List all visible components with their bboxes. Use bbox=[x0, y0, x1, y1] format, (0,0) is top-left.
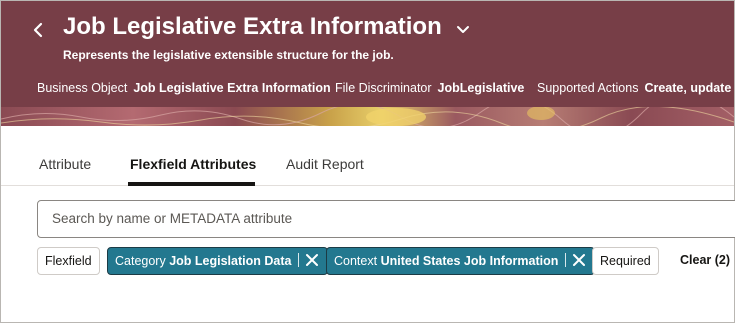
chip-value: United States Job Information bbox=[380, 254, 559, 268]
flexfield-filter-chip[interactable]: Flexfield bbox=[37, 247, 100, 275]
tab-audit-report[interactable]: Audit Report bbox=[286, 156, 364, 172]
tab-flexfield-attributes[interactable]: Flexfield Attributes bbox=[130, 156, 256, 172]
back-button[interactable] bbox=[31, 16, 51, 44]
tab-bar: Attribute Flexfield Attributes Audit Rep… bbox=[1, 126, 734, 186]
meta-label: Business Object bbox=[37, 81, 128, 95]
chip-value: Job Legislation Data bbox=[169, 254, 292, 268]
chevron-left-icon bbox=[33, 22, 43, 38]
meta-value: Job Legislative Extra Information bbox=[133, 81, 331, 95]
chip-label: Category bbox=[115, 254, 166, 268]
meta-value: JobLegislative bbox=[437, 81, 525, 95]
chip-separator bbox=[565, 253, 567, 267]
search-placeholder: Search by name or METADATA attribute bbox=[52, 211, 293, 226]
meta-label: File Discriminator bbox=[335, 81, 432, 95]
meta-supported-actions: Supported Actions Create, update a bbox=[537, 81, 734, 95]
active-tab-indicator bbox=[128, 182, 255, 186]
chip-label: Context bbox=[334, 254, 378, 268]
chevron-down-icon[interactable] bbox=[456, 23, 470, 37]
required-filter-chip[interactable]: Required bbox=[592, 247, 659, 275]
page-title: Job Legislative Extra Information bbox=[63, 13, 442, 40]
meta-value: Create, update a bbox=[644, 81, 734, 95]
category-filter-chip[interactable]: Category Job Legislation Data bbox=[107, 247, 329, 275]
close-icon[interactable] bbox=[305, 253, 319, 267]
context-filter-chip[interactable]: Context United States Job Information bbox=[326, 247, 596, 275]
decorative-pattern bbox=[1, 107, 734, 126]
page-subtitle: Represents the legislative extensible st… bbox=[63, 48, 394, 62]
search-input[interactable]: Search by name or METADATA attribute bbox=[37, 200, 735, 238]
meta-label: Supported Actions bbox=[537, 81, 639, 95]
meta-business-object: Business Object Job Legislative Extra Inf… bbox=[37, 81, 331, 95]
clear-filters-button[interactable]: Clear (2) bbox=[680, 253, 730, 267]
page-header: Job Legislative Extra Information Repres… bbox=[1, 1, 734, 126]
chip-separator bbox=[298, 253, 300, 267]
meta-file-discriminator: File Discriminator JobLegislative bbox=[335, 81, 524, 95]
close-icon[interactable] bbox=[572, 253, 586, 267]
tab-attribute[interactable]: Attribute bbox=[39, 156, 91, 172]
header-decorative-band bbox=[1, 107, 734, 126]
